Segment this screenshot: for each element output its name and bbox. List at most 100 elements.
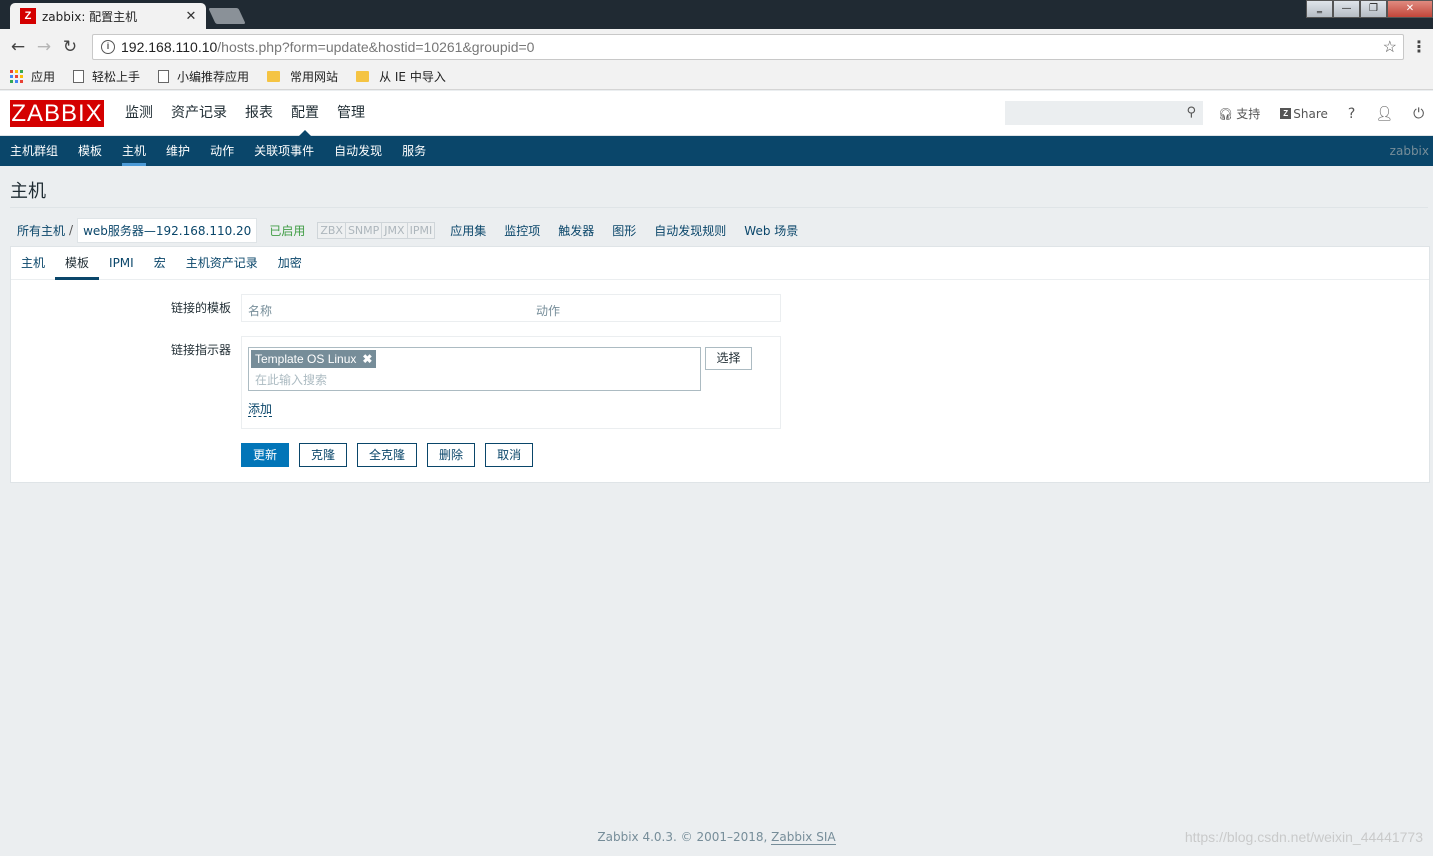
host-status-enabled[interactable]: 已启用 (269, 222, 305, 239)
update-button[interactable]: 更新 (241, 443, 290, 467)
bookmark-apps[interactable]: 应用 (10, 68, 55, 85)
link-applications[interactable]: 应用集 (450, 222, 486, 239)
reload-icon[interactable]: ↻ (57, 37, 83, 57)
bookmark-ie-import[interactable]: 从 IE 中导入 (356, 68, 446, 85)
full-clone-button[interactable]: 全克隆 (357, 443, 418, 467)
bookmark-label: 小编推荐应用 (177, 70, 250, 84)
bookmark-common-sites[interactable]: 常用网站 (267, 68, 338, 85)
bookmark-recommended[interactable]: 小编推荐应用 (158, 68, 249, 85)
user-profile-icon[interactable]: 👤︎ (1375, 106, 1393, 122)
availability-ipmi: IPMI (406, 221, 436, 239)
tab-inventory[interactable]: 主机资产记录 (176, 247, 268, 279)
page-icon (73, 70, 85, 83)
browser-menu-icon[interactable]: ⋮ (1411, 37, 1427, 56)
submenu-actions[interactable]: 动作 (200, 136, 244, 166)
page-icon (158, 70, 170, 83)
tab-host[interactable]: 主机 (11, 247, 55, 279)
share-label: Share (1293, 106, 1328, 121)
form-tabs: 主机 模板 IPMI 宏 主机资产记录 加密 (11, 247, 1429, 280)
address-bar: ← → ↻ i 192.168.110.10/hosts.php?form=up… (0, 29, 1433, 64)
footer-company-link[interactable]: Zabbix SIA (771, 830, 836, 845)
breadcrumb-current-host[interactable]: web服务器—192.168.110.20 (77, 217, 258, 243)
watermark: https://blog.csdn.net/weixin_44441773 (1184, 829, 1423, 845)
share-link[interactable]: Z Share (1280, 107, 1328, 121)
tab-ipmi[interactable]: IPMI (99, 247, 144, 279)
submenu-correlation[interactable]: 关联项事件 (244, 136, 324, 166)
submenu-templates[interactable]: 模板 (68, 136, 112, 166)
tab-macros[interactable]: 宏 (144, 247, 176, 279)
submenu-hosts[interactable]: 主机 (112, 136, 156, 166)
breadcrumb-separator: / (69, 223, 74, 237)
link-indicator-box: Template OS Linux ✖ 在此输入搜索 选择 添加 (241, 336, 781, 429)
menu-configuration[interactable]: 配置 (282, 91, 328, 137)
submenu-maintenance[interactable]: 维护 (156, 136, 200, 166)
window-maximize-icon[interactable]: ❐ (1360, 0, 1387, 18)
submenu-services[interactable]: 服务 (392, 136, 436, 166)
menu-administration[interactable]: 管理 (328, 91, 374, 136)
tab-encryption[interactable]: 加密 (268, 247, 312, 279)
column-action: 动作 (536, 304, 561, 318)
sub-menu: 主机群组 模板 主机 维护 动作 关联项事件 自动发现 服务 zabbix (0, 136, 1433, 166)
menu-monitoring[interactable]: 监测 (116, 91, 162, 136)
link-discovery-rules[interactable]: 自动发现规则 (654, 222, 726, 239)
menu-inventory[interactable]: 资产记录 (162, 91, 236, 136)
bookmark-label: 从 IE 中导入 (379, 70, 446, 84)
selected-template-chip: Template OS Linux ✖ (251, 350, 377, 368)
tab-close-icon[interactable]: ✕ (184, 9, 198, 24)
chip-label: Template OS Linux (255, 352, 357, 366)
new-tab-button[interactable] (208, 8, 246, 24)
tab-title: zabbix: 配置主机 (42, 9, 138, 24)
linked-templates-label: 链接的模板 (170, 301, 231, 315)
site-info-icon[interactable]: i (101, 40, 115, 54)
remove-chip-icon[interactable]: ✖ (362, 350, 372, 368)
bookmark-label: 常用网站 (290, 70, 339, 84)
window-minimize-icon[interactable]: — (1333, 0, 1360, 18)
url-path: /hosts.php?form=update&hostid=10261&grou… (217, 39, 535, 55)
column-name: 名称 (248, 304, 273, 318)
back-icon[interactable]: ← (5, 37, 31, 57)
select-button[interactable]: 选择 (705, 347, 752, 370)
link-items[interactable]: 监控项 (504, 222, 540, 239)
link-triggers[interactable]: 触发器 (558, 222, 594, 239)
submenu-discovery[interactable]: 自动发现 (324, 136, 392, 166)
search-icon[interactable]: ⚲ (1186, 105, 1196, 120)
bookmarks-bar: 应用 轻松上手 小编推荐应用 常用网站 从 IE 中导入 (0, 64, 1433, 90)
linked-templates-table: 名称 动作 (241, 294, 781, 322)
folder-icon (267, 71, 281, 82)
link-web-scenarios[interactable]: Web 场景 (744, 222, 798, 239)
help-link[interactable]: ? (1348, 106, 1355, 122)
browser-tab[interactable]: Z zabbix: 配置主机 ✕ (10, 3, 206, 29)
availability-snmp: SNMP (344, 221, 383, 239)
template-multiselect[interactable]: Template OS Linux ✖ 在此输入搜索 (248, 347, 701, 391)
clone-button[interactable]: 克隆 (299, 443, 348, 467)
form-buttons: 更新 克隆 全克隆 删除 取消 (241, 443, 543, 467)
delete-button[interactable]: 删除 (427, 443, 476, 467)
headset-icon: 🎧︎ (1218, 106, 1234, 121)
page-title: 主机 (10, 181, 46, 202)
url-input[interactable]: i 192.168.110.10/hosts.php?form=update&h… (92, 34, 1404, 60)
window-restore-icon[interactable]: ‗ (1306, 0, 1333, 18)
link-indicator-label: 链接指示器 (170, 343, 231, 357)
support-link[interactable]: 🎧︎ 支持 (1218, 105, 1260, 122)
bookmark-getting-started[interactable]: 轻松上手 (73, 68, 140, 85)
availability-jmx: JMX (381, 221, 408, 239)
title-divider (10, 207, 1428, 208)
breadcrumb-all-hosts[interactable]: 所有主机 (17, 222, 65, 239)
zabbix-header: ZABBIX 监测 资产记录 报表 配置 管理 ⚲ 🎧︎ 支持 Z Share ? … (0, 91, 1433, 137)
add-link[interactable]: 添加 (248, 402, 273, 417)
apps-grid-icon (10, 70, 23, 83)
folder-icon (356, 71, 370, 82)
tab-templates[interactable]: 模板 (55, 247, 100, 280)
link-graphs[interactable]: 图形 (612, 222, 636, 239)
global-search-input[interactable]: ⚲ (1005, 101, 1203, 125)
zabbix-logo[interactable]: ZABBIX (10, 100, 104, 127)
window-close-icon[interactable]: ✕ (1387, 0, 1433, 18)
template-search-input[interactable]: 在此输入搜索 (255, 371, 327, 388)
menu-reports[interactable]: 报表 (236, 91, 282, 136)
sign-out-icon[interactable]: ⏻ (1413, 106, 1424, 122)
header-actions: 🎧︎ 支持 Z Share ? 👤︎ ⏻ (1218, 91, 1424, 136)
submenu-host-groups[interactable]: 主机群组 (0, 136, 68, 166)
bookmark-star-icon[interactable]: ☆ (1383, 37, 1397, 57)
forward-icon[interactable]: → (31, 37, 57, 57)
cancel-button[interactable]: 取消 (485, 443, 534, 467)
